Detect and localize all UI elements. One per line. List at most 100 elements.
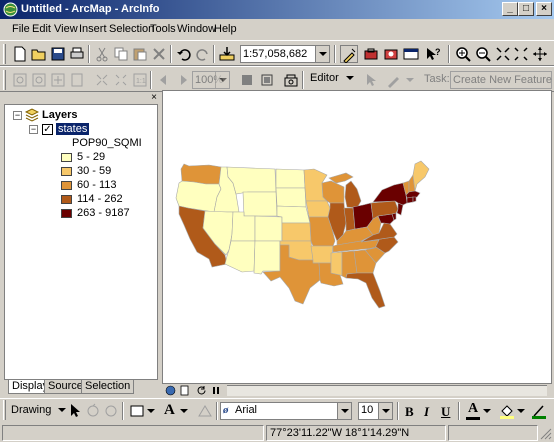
menu-file[interactable]: File xyxy=(12,23,30,35)
italic-button[interactable]: I xyxy=(424,404,429,420)
chevron-down-icon[interactable] xyxy=(517,409,525,413)
us-states-choropleth-map[interactable] xyxy=(163,91,551,383)
layers-root-label[interactable]: Layers xyxy=(42,109,77,121)
go-back-extent-icon[interactable] xyxy=(155,71,173,89)
menu-tools[interactable]: Tools xyxy=(150,23,176,35)
states-expand-toggle[interactable]: − xyxy=(29,125,38,134)
select-elements-icon[interactable] xyxy=(66,402,84,420)
data-view-icon[interactable] xyxy=(165,385,176,396)
redo-icon[interactable] xyxy=(194,45,212,63)
toc-close-button[interactable]: × xyxy=(149,93,159,103)
command-line-icon[interactable] xyxy=(402,45,420,63)
cut-icon[interactable] xyxy=(93,45,111,63)
zoom-whole-page-icon[interactable] xyxy=(68,71,86,89)
open-icon[interactable] xyxy=(30,45,48,63)
maximize-button[interactable]: □ xyxy=(518,2,534,16)
pan-icon[interactable] xyxy=(531,45,549,63)
menu-edit[interactable]: Edit xyxy=(32,23,51,35)
bold-button[interactable]: B xyxy=(405,404,414,420)
tab-selection[interactable]: Selection xyxy=(81,380,135,394)
fixed-zoom-in-layout-icon[interactable] xyxy=(93,71,111,89)
horizontal-scrollbar[interactable] xyxy=(227,385,547,396)
focus-data-frame-icon[interactable] xyxy=(258,71,276,89)
layout-view-icon[interactable] xyxy=(179,385,190,396)
chevron-down-icon[interactable] xyxy=(378,403,392,419)
save-icon[interactable] xyxy=(49,45,67,63)
chevron-down-icon[interactable] xyxy=(483,409,491,413)
delete-icon[interactable] xyxy=(150,45,168,63)
fixed-zoom-in-icon[interactable] xyxy=(494,45,512,63)
map-state-washington xyxy=(180,163,222,185)
line-color-icon[interactable] xyxy=(530,402,548,420)
chevron-down-icon[interactable] xyxy=(337,403,351,419)
toolbar-grip[interactable] xyxy=(3,400,6,420)
change-layout-icon[interactable] xyxy=(282,71,300,89)
layout-zoom-in-icon[interactable] xyxy=(11,71,29,89)
edit-vertices-icon[interactable] xyxy=(196,402,214,420)
editor-menu-button[interactable]: Editor xyxy=(310,72,354,88)
undo-icon[interactable] xyxy=(175,45,193,63)
toolbar-grip[interactable] xyxy=(3,44,6,64)
rotate-icon[interactable] xyxy=(84,402,102,420)
chevron-down-icon[interactable] xyxy=(147,409,155,413)
drawing-label: Drawing xyxy=(11,404,52,416)
zoom-to-selected-icon[interactable] xyxy=(102,402,120,420)
add-data-icon[interactable] xyxy=(218,45,236,63)
toolbar-grip[interactable] xyxy=(3,70,6,90)
rectangle-tool-icon[interactable] xyxy=(128,402,146,420)
task-combobox[interactable]: Create New Feature xyxy=(450,71,552,89)
menu-selection[interactable]: Selection xyxy=(109,23,154,35)
menu-help[interactable]: Help xyxy=(214,23,237,35)
states-visibility-checkbox[interactable]: ✓ xyxy=(42,124,53,135)
menu-insert[interactable]: Insert xyxy=(79,23,107,35)
drawing-menu-button[interactable]: Drawing xyxy=(11,404,67,416)
map-state-wyoming xyxy=(242,191,278,217)
resize-grip-icon[interactable] xyxy=(540,428,552,440)
legend-class-label: 114 - 262 xyxy=(77,193,123,205)
new-text-button[interactable]: A xyxy=(164,402,175,419)
zoom-percent-combobox[interactable]: 100% xyxy=(192,71,230,89)
copy-icon[interactable] xyxy=(112,45,130,63)
fixed-zoom-out-layout-icon[interactable] xyxy=(112,71,130,89)
coordinates-pane: 77°23'11.22"W 18°1'14.29"N xyxy=(266,425,446,441)
chevron-down-icon[interactable] xyxy=(215,72,229,88)
states-layer-label[interactable]: states xyxy=(56,123,90,135)
close-button[interactable]: × xyxy=(536,2,552,16)
chevron-down-icon[interactable] xyxy=(180,409,188,413)
font-size-combobox[interactable]: 10 xyxy=(358,402,393,420)
new-icon[interactable] xyxy=(11,45,29,63)
zoom-in-icon[interactable] xyxy=(454,45,472,63)
fixed-zoom-out-icon[interactable] xyxy=(512,45,530,63)
minimize-button[interactable]: _ xyxy=(502,2,518,16)
print-icon[interactable] xyxy=(68,45,86,63)
toggle-draft-mode-icon[interactable] xyxy=(238,71,256,89)
paste-icon[interactable] xyxy=(131,45,149,63)
chevron-down-icon[interactable] xyxy=(315,46,329,62)
font-color-swatch xyxy=(466,417,480,420)
zoom-100-icon[interactable]: 1:1 xyxy=(131,71,149,89)
menu-view[interactable]: View xyxy=(54,23,78,35)
go-forward-extent-icon[interactable] xyxy=(174,71,192,89)
zoom-out-icon[interactable] xyxy=(474,45,492,63)
drawing-toolbar: Drawing A ø Arial 10 B I U A xyxy=(0,398,554,423)
arctoolbox-icon[interactable] xyxy=(362,45,380,63)
underline-button[interactable]: U xyxy=(441,404,450,420)
font-color-button[interactable]: A xyxy=(465,401,481,421)
fill-color-icon[interactable] xyxy=(498,402,516,420)
menu-window[interactable]: Window xyxy=(177,23,216,35)
font-size-value: 10 xyxy=(361,404,374,416)
sketch-tool-icon[interactable] xyxy=(385,71,403,89)
arccatalog-icon[interactable] xyxy=(382,45,400,63)
pause-drawing-icon[interactable] xyxy=(211,385,222,396)
edit-tool-icon[interactable] xyxy=(362,71,380,89)
refresh-view-icon[interactable] xyxy=(196,385,207,396)
layout-pan-icon[interactable] xyxy=(49,71,67,89)
layers-expand-toggle[interactable]: − xyxy=(13,111,22,120)
whats-this-icon[interactable]: ? xyxy=(424,45,442,63)
chevron-down-icon[interactable] xyxy=(406,78,414,82)
font-name-combobox[interactable]: ø Arial xyxy=(220,402,352,420)
map-display[interactable] xyxy=(162,90,552,384)
layout-zoom-out-icon[interactable] xyxy=(30,71,48,89)
map-scale-combobox[interactable]: 1:57,058,682 xyxy=(240,45,330,63)
editor-toolbar-icon[interactable] xyxy=(340,45,358,63)
